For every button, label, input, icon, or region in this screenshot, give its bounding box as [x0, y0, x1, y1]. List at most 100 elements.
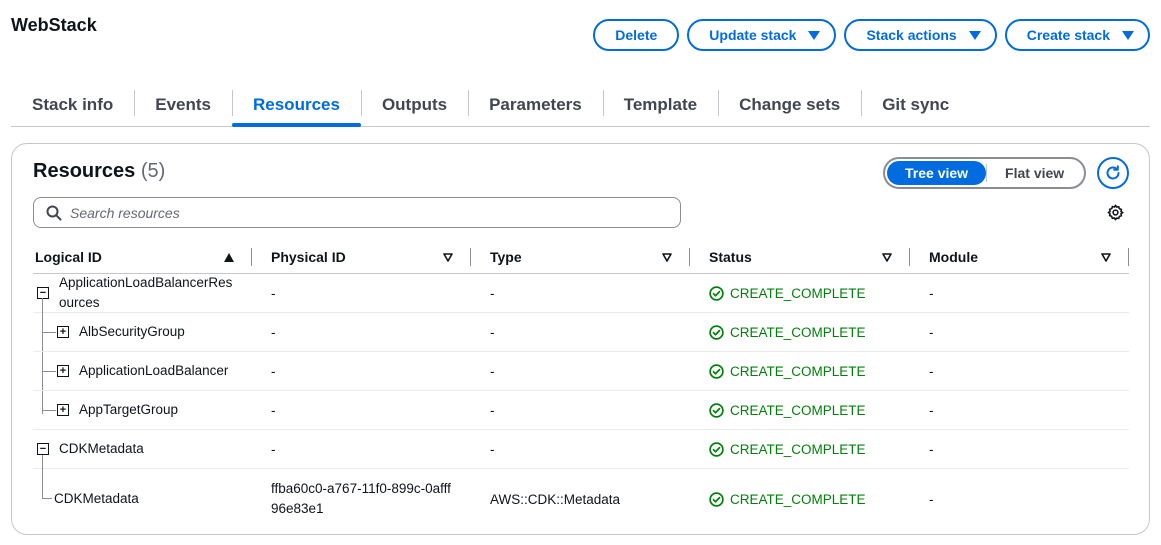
table-row[interactable]: + AppTargetGroup - - CREATE_COMPLETE -: [33, 391, 1129, 430]
col-status-label: Status: [709, 248, 752, 265]
success-icon: [709, 491, 724, 507]
physical-id: ffba60c0-a767-11f0-899c-0afff96e83e1: [271, 481, 451, 516]
stack-actions-button[interactable]: Stack actions: [844, 19, 997, 51]
delete-button[interactable]: Delete: [593, 19, 680, 51]
type-cell: -: [490, 363, 495, 379]
table-row[interactable]: − CDKMetadata - - CREATE_COMPLETE -: [33, 430, 1129, 499]
tree-connector: [42, 332, 56, 333]
tab-change-sets[interactable]: Change sets: [718, 84, 861, 126]
status-cell: CREATE_COMPLETE: [690, 274, 910, 312]
tree-connector: [42, 410, 56, 411]
update-stack-button[interactable]: Update stack: [687, 19, 837, 51]
status-cell: CREATE_COMPLETE: [690, 391, 910, 429]
col-physical-id[interactable]: Physical ID: [252, 240, 471, 274]
tab-events[interactable]: Events: [134, 84, 232, 126]
physical-id-cell: -: [271, 324, 276, 340]
status-badge: CREATE_COMPLETE: [709, 325, 866, 340]
expand-icon[interactable]: +: [57, 365, 69, 377]
type-cell: -: [490, 441, 495, 457]
sort-icon: [662, 252, 672, 262]
tree-connector: [42, 498, 52, 499]
col-module[interactable]: Module: [910, 240, 1129, 274]
stack-tabs: Stack info Events Resources Outputs Para…: [11, 84, 1150, 127]
search-icon: [46, 205, 62, 220]
status-badge: CREATE_COMPLETE: [709, 403, 866, 418]
type-cell: -: [490, 285, 495, 301]
status-badge: CREATE_COMPLETE: [709, 364, 866, 379]
status-text: CREATE_COMPLETE: [730, 441, 866, 457]
sort-icon: [882, 252, 892, 262]
tab-resources[interactable]: Resources: [232, 84, 361, 127]
search-field: [33, 197, 681, 228]
tab-outputs[interactable]: Outputs: [360, 84, 468, 126]
col-status[interactable]: Status: [690, 240, 910, 274]
logical-id-cell: − ApplicationLoadBalancerResources: [33, 274, 252, 414]
module-cell: -: [929, 491, 934, 507]
physical-id-cell: -: [271, 441, 276, 457]
table-row[interactable]: + AlbSecurityGroup - - CREATE_COMPLETE -: [33, 313, 1129, 352]
settings-button[interactable]: [1107, 204, 1124, 224]
resources-panel: Resources (5) Tree view Flat view Logica…: [11, 143, 1150, 535]
table-row[interactable]: − ApplicationLoadBalancerResources - - C…: [33, 274, 1129, 414]
logical-id-cell: + ApplicationLoadBalancer: [33, 352, 252, 390]
status-cell: CREATE_COMPLETE: [690, 313, 910, 351]
success-icon: [709, 402, 724, 418]
logical-id: AlbSecurityGroup: [79, 324, 185, 339]
collapse-icon[interactable]: −: [37, 287, 49, 299]
col-logical-id[interactable]: Logical ID: [33, 240, 252, 274]
tab-git-sync[interactable]: Git sync: [861, 84, 970, 126]
collapse-icon[interactable]: −: [37, 443, 49, 455]
status-cell: CREATE_COMPLETE: [690, 430, 910, 468]
refresh-icon: [1106, 165, 1120, 180]
module-cell: -: [929, 285, 934, 301]
type-cell: -: [490, 402, 495, 418]
logical-id: CDKMetadata: [54, 491, 139, 506]
table-row[interactable]: CDKMetadata ffba60c0-a767-11f0-899c-0aff…: [33, 469, 1129, 529]
success-icon: [709, 441, 724, 457]
sort-icon: [443, 252, 453, 262]
module-cell: -: [929, 441, 934, 457]
update-stack-label: Update stack: [709, 27, 797, 43]
tab-parameters[interactable]: Parameters: [468, 84, 603, 126]
module-cell: -: [929, 402, 934, 418]
logical-id: ApplicationLoadBalancer: [79, 363, 229, 378]
create-stack-button[interactable]: Create stack: [1004, 19, 1150, 51]
resources-title: Resources (5): [33, 160, 165, 183]
col-type[interactable]: Type: [471, 240, 690, 274]
status-badge: CREATE_COMPLETE: [709, 492, 866, 507]
resources-title-text: Resources: [33, 160, 136, 182]
type-cell: -: [490, 324, 495, 340]
logical-id-cell: − CDKMetadata: [33, 430, 252, 499]
gear-icon: [1107, 204, 1124, 221]
physical-id-cell: ffba60c0-a767-11f0-899c-0afff96e83e1: [252, 469, 471, 529]
search-input[interactable]: [70, 204, 630, 221]
module-cell: -: [929, 363, 934, 379]
logical-id-cell: CDKMetadata: [33, 469, 252, 529]
refresh-button[interactable]: [1097, 157, 1129, 189]
stack-actions-label: Stack actions: [866, 27, 957, 43]
success-icon: [709, 324, 724, 340]
caret-down-icon: [1122, 30, 1134, 40]
status-badge: CREATE_COMPLETE: [709, 286, 866, 301]
status-text: CREATE_COMPLETE: [730, 324, 866, 340]
col-logical-id-label: Logical ID: [35, 248, 102, 265]
expand-icon[interactable]: +: [57, 326, 69, 338]
flat-view-button[interactable]: Flat view: [987, 161, 1082, 185]
col-module-label: Module: [929, 248, 978, 265]
physical-id-cell: -: [271, 363, 276, 379]
logical-id-cell: + AppTargetGroup: [33, 391, 252, 429]
tree-view-button[interactable]: Tree view: [887, 161, 987, 185]
tab-template[interactable]: Template: [602, 84, 718, 126]
table-header: Logical ID Physical ID Type Status Modul: [33, 240, 1129, 274]
caret-down-icon: [968, 30, 981, 40]
resources-table: Logical ID Physical ID Type Status Modul: [33, 240, 1129, 529]
caret-down-icon: [808, 30, 821, 40]
table-row[interactable]: + ApplicationLoadBalancer - - CREATE_COM…: [33, 352, 1129, 391]
status-cell: CREATE_COMPLETE: [690, 469, 910, 529]
stack-title: WebStack: [11, 15, 97, 35]
stack-actions-bar: Delete Update stack Stack actions Create…: [593, 19, 1150, 51]
create-stack-label: Create stack: [1026, 27, 1110, 43]
expand-icon[interactable]: +: [57, 404, 69, 416]
tab-stack-info[interactable]: Stack info: [11, 84, 134, 126]
logical-id: ApplicationLoadBalancerResources: [59, 275, 233, 310]
